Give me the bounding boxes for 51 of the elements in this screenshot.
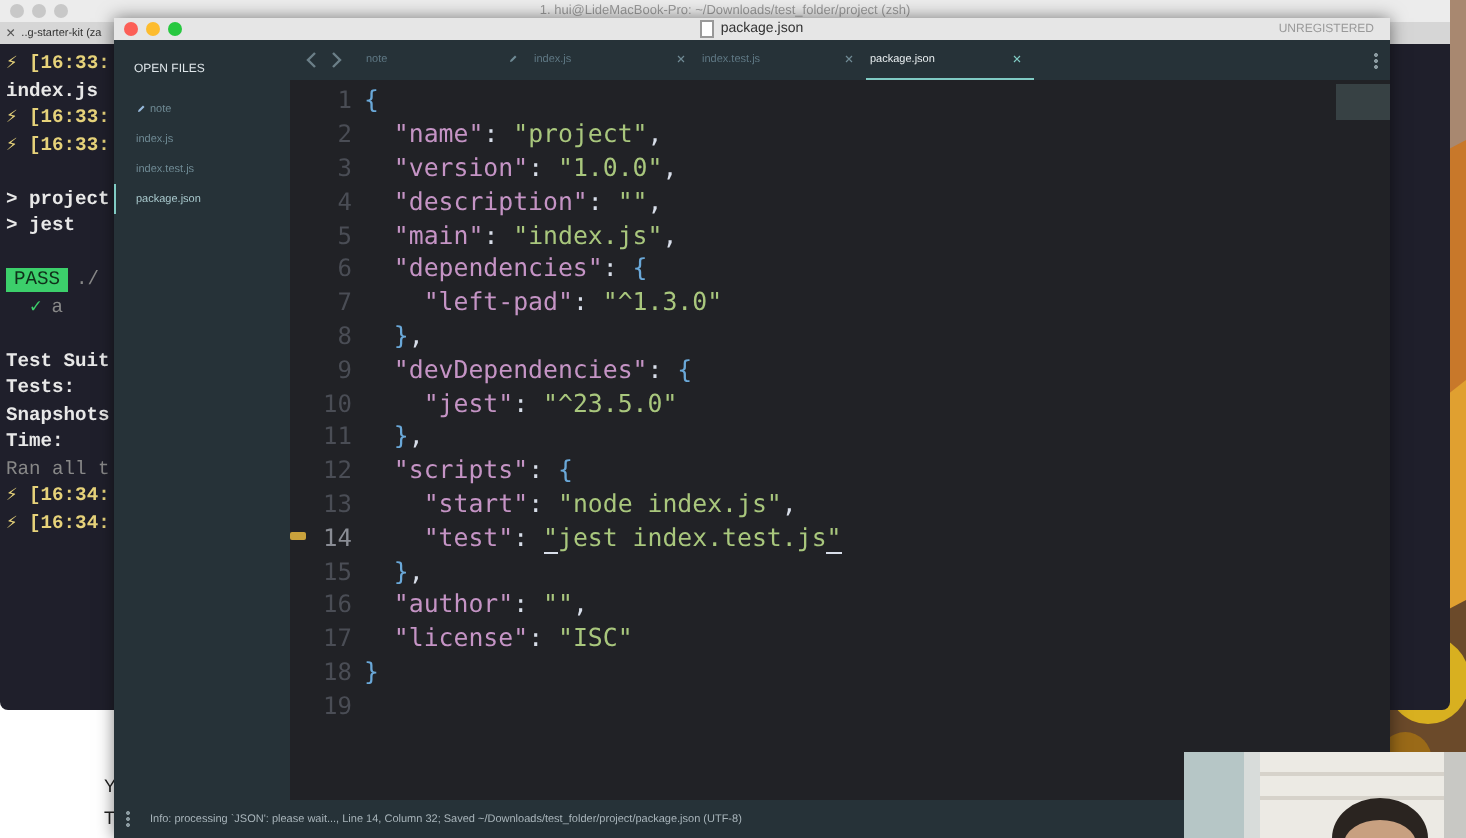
terminal-line: Snapshots [6,401,110,428]
test-name: a [51,293,64,320]
terminal-line: > project [6,185,110,212]
text-line: Y [104,774,119,800]
code-line: "devDependencies": { [391,353,693,386]
chevron-left-icon [302,50,322,70]
pencil-icon [136,104,146,114]
code-line: "test": "jest index.test.js" [421,521,842,554]
text-line: T [104,806,117,832]
terminal-line: ⚡ [16:33: [6,50,110,77]
code-line: }, [391,319,424,352]
code-line: }, [391,555,424,588]
terminal-line: Test Suit [6,347,110,374]
code-line: "name": "project", [391,118,663,151]
code-line: { [364,84,379,117]
terminal-line: ⚡ [16:33: [6,104,110,131]
terminal-line: ⚡ [16:34: [6,509,110,536]
forward-button[interactable] [326,50,346,70]
terminal-line: Tests: [6,374,76,401]
code-editor[interactable] [290,80,1390,800]
code-line: "version": "1.0.0", [391,151,678,184]
back-button[interactable] [302,50,322,70]
close-icon [844,54,854,64]
terminal-line: Time: [6,428,64,455]
code-line: "author": "", [391,588,588,621]
code-line: "dependencies": { [391,252,648,285]
code-line: } [364,655,379,688]
test-path: ./ [76,266,100,293]
code-line: "jest": "^23.5.0" [421,387,678,420]
line-number: 14 [323,523,352,552]
code-line: "scripts": { [391,454,573,487]
code-line: }, [391,420,424,453]
code-line: "left-pad": "^1.3.0" [421,286,723,319]
check-icon: ✓ [30,293,42,320]
close-icon[interactable]: × [6,25,16,41]
code-line: "start": "node index.js", [421,487,797,520]
terminal-line: Ran all t [6,455,110,482]
terminal-line: ⚡ [16:34: [6,482,110,509]
terminal-line: ⚡ [16:33: [6,131,110,158]
pass-badge: PASS [6,267,69,292]
code-line: "description": "", [391,185,663,218]
close-icon [676,54,686,64]
file-icon [700,20,715,38]
close-icon [1012,54,1022,64]
gutter-marker-icon [290,532,306,541]
terminal-line: > jest [6,212,76,239]
pencil-icon [508,54,518,64]
terminal-line: index.js [6,77,99,104]
code-line: "main": "index.js", [391,219,678,252]
code-line: "license": "ISC" [391,622,633,655]
chevron-right-icon [326,50,346,70]
